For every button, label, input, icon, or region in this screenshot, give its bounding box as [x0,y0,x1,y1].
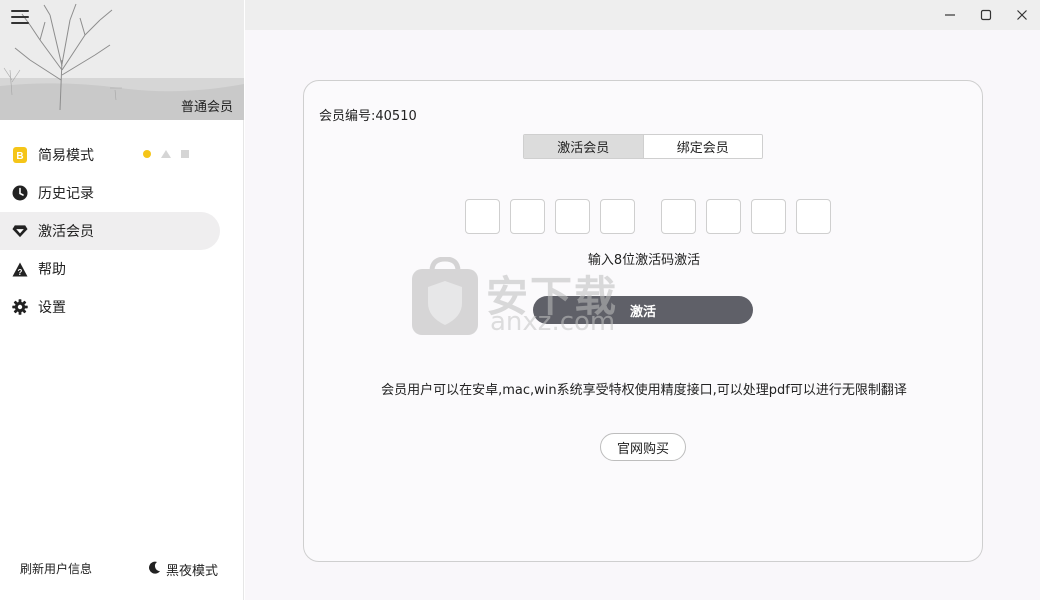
minimize-button[interactable] [932,0,968,30]
clock-icon [12,185,28,201]
sidebar-item-simple-mode[interactable]: B 简易模式 [0,136,220,174]
square-indicator-icon[interactable] [181,150,189,158]
code-digit-3[interactable] [555,199,590,234]
code-digit-5[interactable] [661,199,696,234]
activation-code-inputs [465,199,841,234]
sidebar-item-label: 帮助 [38,262,66,278]
member-level-label: 普通会员 [180,100,233,115]
sidebar-item-settings[interactable]: 设置 [0,288,220,326]
code-digit-1[interactable] [465,199,500,234]
sidebar-item-label: 激活会员 [38,224,94,240]
circle-indicator-icon[interactable] [143,150,151,158]
triangle-indicator-icon[interactable] [161,150,171,158]
svg-text:B: B [16,151,23,162]
code-digit-7[interactable] [751,199,786,234]
menu-icon[interactable] [11,10,29,26]
refresh-user-info-button[interactable]: 刷新用户信息 [20,560,92,577]
moon-icon [148,561,161,578]
member-benefits-text: 会员用户可以在安卓,mac,win系统享受特权使用精度接口,可以处理pdf可以进… [381,383,907,398]
mode-indicators [143,150,189,158]
sidebar-footer: 刷新用户信息 黑夜模式 [0,558,244,582]
sidebar-item-label: 简易模式 [38,148,94,164]
gear-icon [12,299,28,315]
minimize-icon [945,14,955,16]
svg-text:?: ? [18,268,23,277]
member-id-label: 会员编号:40510 [319,109,417,124]
code-digit-6[interactable] [706,199,741,234]
code-digit-4[interactable] [600,199,635,234]
sidebar-item-help[interactable]: ? 帮助 [0,250,220,288]
tab-activate-member[interactable]: 激活会员 [524,135,644,158]
diamond-icon [12,223,28,239]
maximize-icon [980,9,992,21]
main-panel: 会员编号:40510 激活会员 绑定会员 输入8位激活码激活 激活 会员用户可以… [245,30,1040,600]
activation-card: 会员编号:40510 激活会员 绑定会员 输入8位激活码激活 激活 会员用户可以… [303,80,983,562]
close-button[interactable] [1004,0,1040,30]
sidebar: 普通会员 B 简易模式 历史记录 激活会员 ? 帮助 设置 刷新用户信息 黑夜模… [0,0,244,600]
close-icon [1017,10,1027,20]
member-tabs: 激活会员 绑定会员 [523,134,763,159]
code-hint-text: 输入8位激活码激活 [587,253,701,268]
dark-mode-toggle[interactable]: 黑夜模式 [148,560,218,579]
activate-button[interactable]: 激活 [533,296,753,324]
sidebar-item-label: 历史记录 [38,186,94,202]
sidebar-nav: B 简易模式 历史记录 激活会员 ? 帮助 设置 [0,136,244,326]
warning-icon: ? [12,261,28,277]
sidebar-item-history[interactable]: 历史记录 [0,174,220,212]
profile-banner: 普通会员 [0,0,244,120]
dark-mode-label: 黑夜模式 [166,564,219,579]
sidebar-item-label: 设置 [38,300,66,316]
code-digit-2[interactable] [510,199,545,234]
title-bar [245,0,1040,30]
official-purchase-button[interactable]: 官网购买 [600,433,686,461]
b-badge-icon: B [12,147,28,163]
code-digit-8[interactable] [796,199,831,234]
tab-bind-member[interactable]: 绑定会员 [643,135,762,158]
sidebar-item-activate-member[interactable]: 激活会员 [0,212,220,250]
maximize-button[interactable] [968,0,1004,30]
